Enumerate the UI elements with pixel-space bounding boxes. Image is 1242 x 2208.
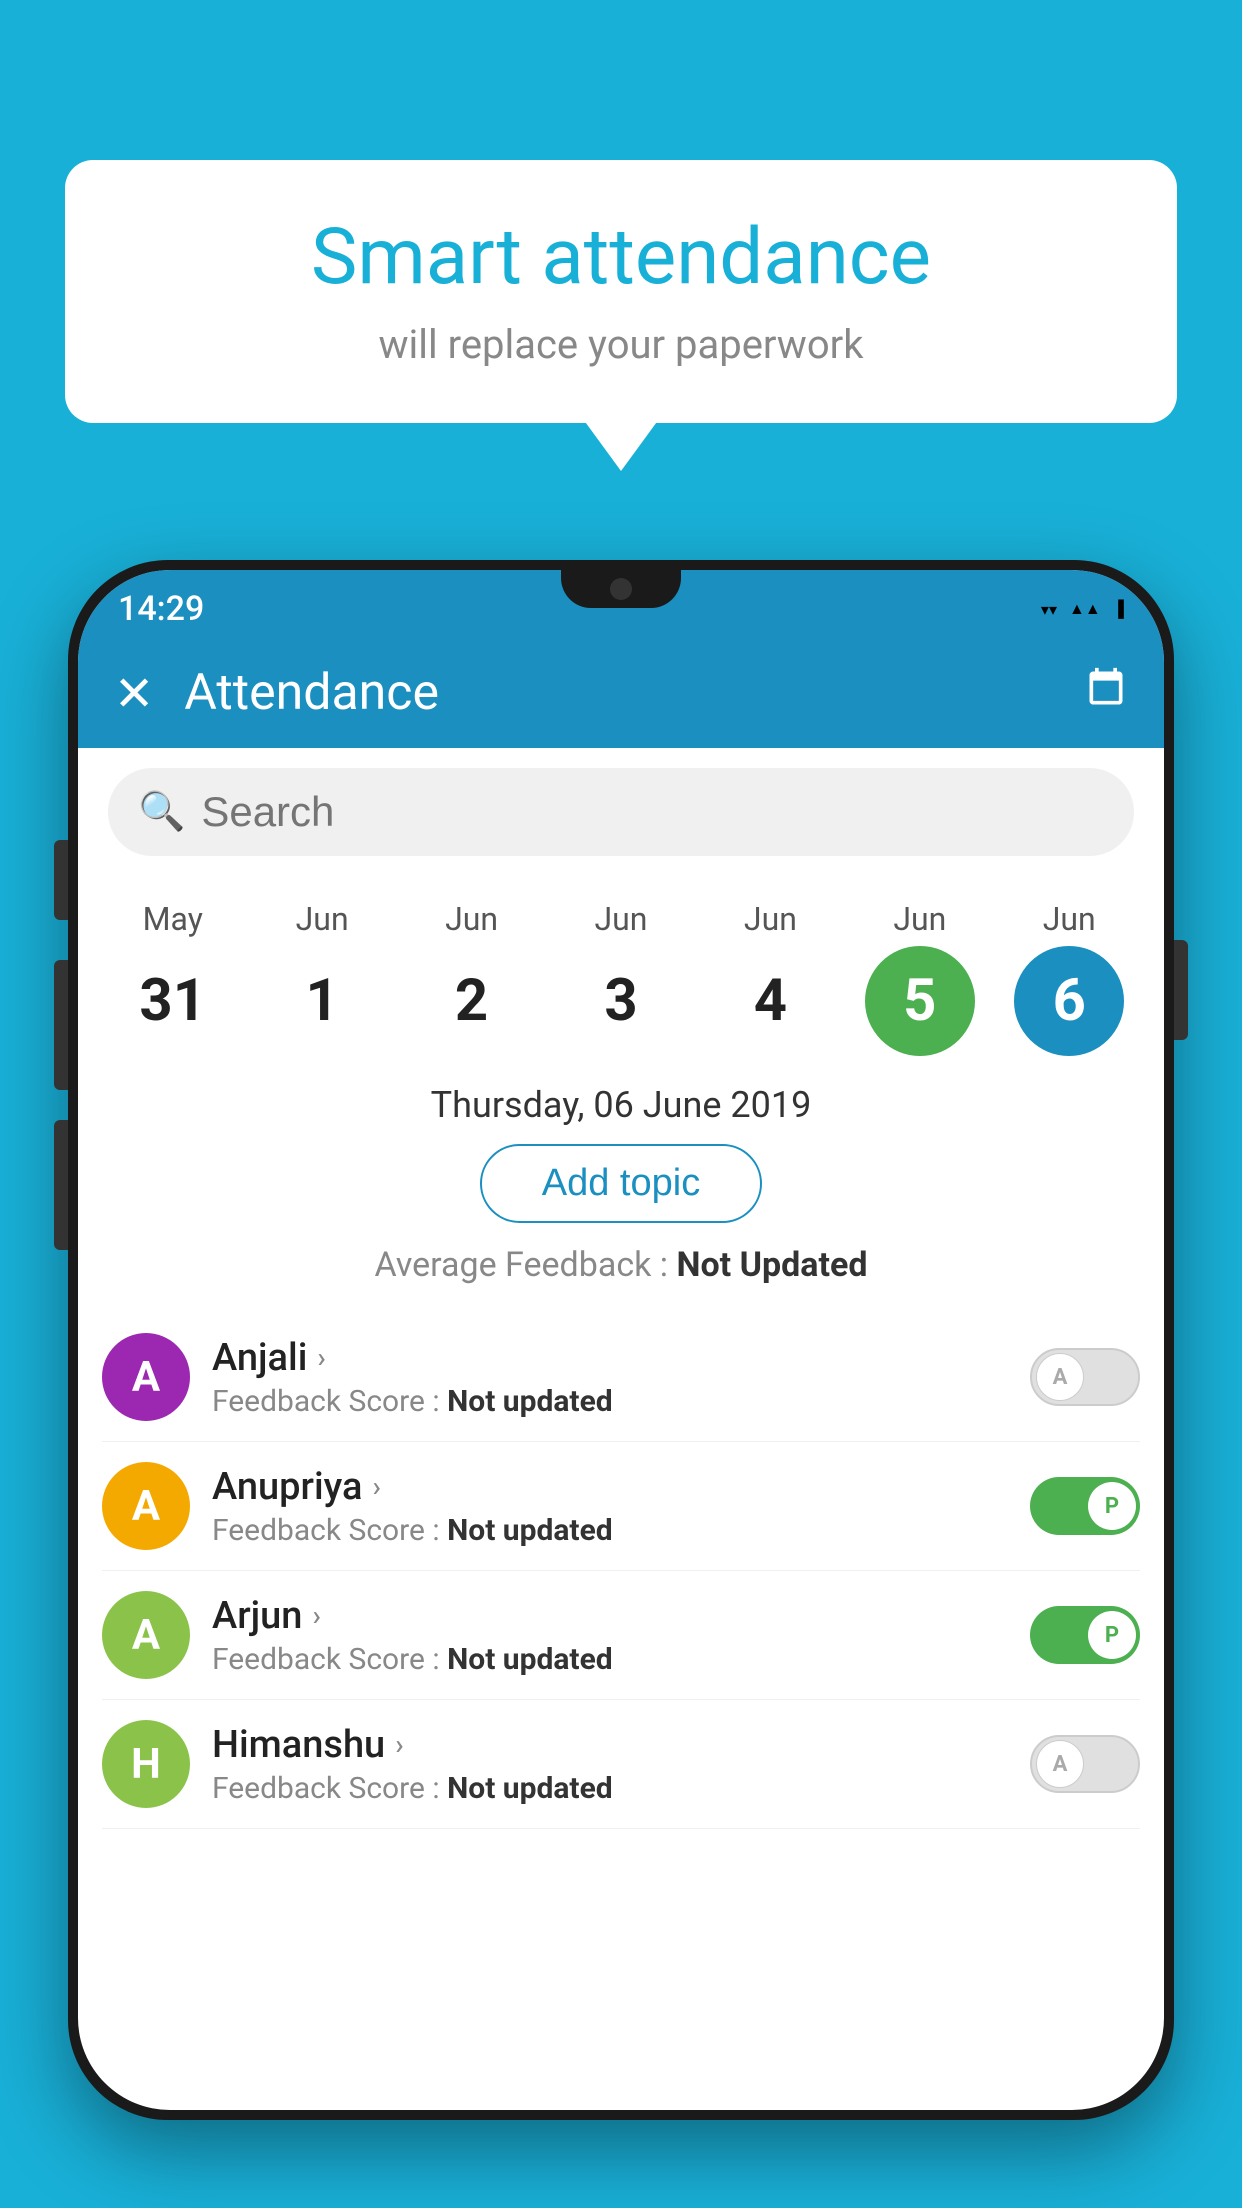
status-time: 14:29 [118,589,204,629]
date-item[interactable]: Jun 5 [855,900,985,1056]
feedback-score: Feedback Score : Not updated [212,1771,1008,1806]
selected-date-label: Thursday, 06 June 2019 [78,1084,1164,1126]
toggle-track: P [1030,1606,1140,1664]
search-input[interactable] [201,788,1104,836]
phone-container: 14:29 ▾▾ ▲▲ ▐ ✕ Attendance 🔍 [68,560,1174,2208]
student-row[interactable]: A Arjun › Feedback Score : Not updated P [102,1571,1140,1700]
app-bar: ✕ Attendance [78,638,1164,748]
date-month: Jun [1043,900,1096,938]
avatar: A [102,1591,190,1679]
signal-icon: ▲▲ [1069,599,1101,619]
student-name: Himanshu › [212,1723,1008,1767]
status-icons: ▾▾ ▲▲ ▐ [1041,599,1124,619]
power-button[interactable] [1174,940,1188,1040]
avatar: A [102,1333,190,1421]
date-item[interactable]: Jun 2 [407,900,537,1056]
student-name: Arjun › [212,1594,1008,1638]
date-item[interactable]: Jun 4 [705,900,835,1056]
chevron-icon: › [317,1341,325,1374]
phone-screen: 14:29 ▾▾ ▲▲ ▐ ✕ Attendance 🔍 [78,570,1164,2110]
bubble-subtitle: will replace your paperwork [125,321,1117,368]
feedback-score: Feedback Score : Not updated [212,1513,1008,1548]
toggle-track: A [1030,1735,1140,1793]
calendar-button[interactable] [1084,666,1128,721]
date-number: 31 [118,946,228,1056]
avg-feedback-value: Not Updated [676,1245,867,1285]
date-month: Jun [296,900,349,938]
date-number: 3 [566,946,676,1056]
date-strip: May 31 Jun 1 Jun 2 Jun 3 Jun 4 Jun 5 Jun 6 [78,876,1164,1056]
avatar: A [102,1462,190,1550]
avg-feedback: Average Feedback : Not Updated [78,1245,1164,1285]
student-name: Anupriya › [212,1465,1008,1509]
date-month: Jun [445,900,498,938]
student-info: Arjun › Feedback Score : Not updated [212,1594,1008,1677]
chevron-icon: › [372,1470,380,1503]
student-info: Himanshu › Feedback Score : Not updated [212,1723,1008,1806]
search-bar[interactable]: 🔍 [108,768,1134,856]
date-number: 4 [715,946,825,1056]
phone-outer: 14:29 ▾▾ ▲▲ ▐ ✕ Attendance 🔍 [68,560,1174,2120]
date-month: Jun [744,900,797,938]
student-info: Anupriya › Feedback Score : Not updated [212,1465,1008,1548]
student-row[interactable]: A Anupriya › Feedback Score : Not updated P [102,1442,1140,1571]
feedback-score: Feedback Score : Not updated [212,1384,1008,1419]
app-title: Attendance [184,664,1054,722]
date-number: 2 [417,946,527,1056]
volume-down-button[interactable] [54,960,68,1090]
date-number: 1 [267,946,377,1056]
student-list: AAnjali ›Feedback Score : Not updatedAAA… [78,1313,1164,1829]
toggle-track: P [1030,1477,1140,1535]
toggle-thumb: P [1088,1611,1136,1659]
student-row[interactable]: A Anjali › Feedback Score : Not updated A [102,1313,1140,1442]
toggle-thumb: A [1036,1740,1084,1788]
toggle-thumb: A [1036,1353,1084,1401]
toggle-thumb: P [1088,1482,1136,1530]
student-info: Anjali › Feedback Score : Not updated [212,1336,1008,1419]
date-item[interactable]: Jun 1 [257,900,387,1056]
toggle-track: A [1030,1348,1140,1406]
battery-icon: ▐ [1113,599,1124,619]
date-item[interactable]: Jun 3 [556,900,686,1056]
date-month: May [143,900,203,938]
student-row[interactable]: H Himanshu › Feedback Score : Not updated A [102,1700,1140,1829]
date-number: 6 [1014,946,1124,1056]
silent-button[interactable] [54,1120,68,1250]
date-month: Jun [594,900,647,938]
search-icon: 🔍 [138,790,185,834]
notch [561,570,681,608]
date-item[interactable]: Jun 6 [1004,900,1134,1056]
attendance-toggle[interactable]: P [1030,1477,1140,1535]
chevron-icon: › [312,1599,320,1632]
wifi-icon: ▾▾ [1041,600,1057,619]
attendance-toggle[interactable]: P [1030,1606,1140,1664]
attendance-toggle[interactable]: A [1030,1348,1140,1406]
chevron-icon: › [395,1728,403,1761]
attendance-toggle[interactable]: A [1030,1735,1140,1793]
date-item[interactable]: May 31 [108,900,238,1056]
date-number: 5 [865,946,975,1056]
speech-bubble: Smart attendance will replace your paper… [65,160,1177,423]
avg-feedback-label: Average Feedback : [375,1245,669,1285]
close-button[interactable]: ✕ [114,665,154,722]
avatar: H [102,1720,190,1808]
feedback-score: Feedback Score : Not updated [212,1642,1008,1677]
add-topic-button[interactable]: Add topic [480,1144,762,1223]
volume-up-button[interactable] [54,840,68,920]
bubble-title: Smart attendance [125,215,1117,301]
student-name: Anjali › [212,1336,1008,1380]
camera-dot [610,578,632,600]
date-month: Jun [893,900,946,938]
